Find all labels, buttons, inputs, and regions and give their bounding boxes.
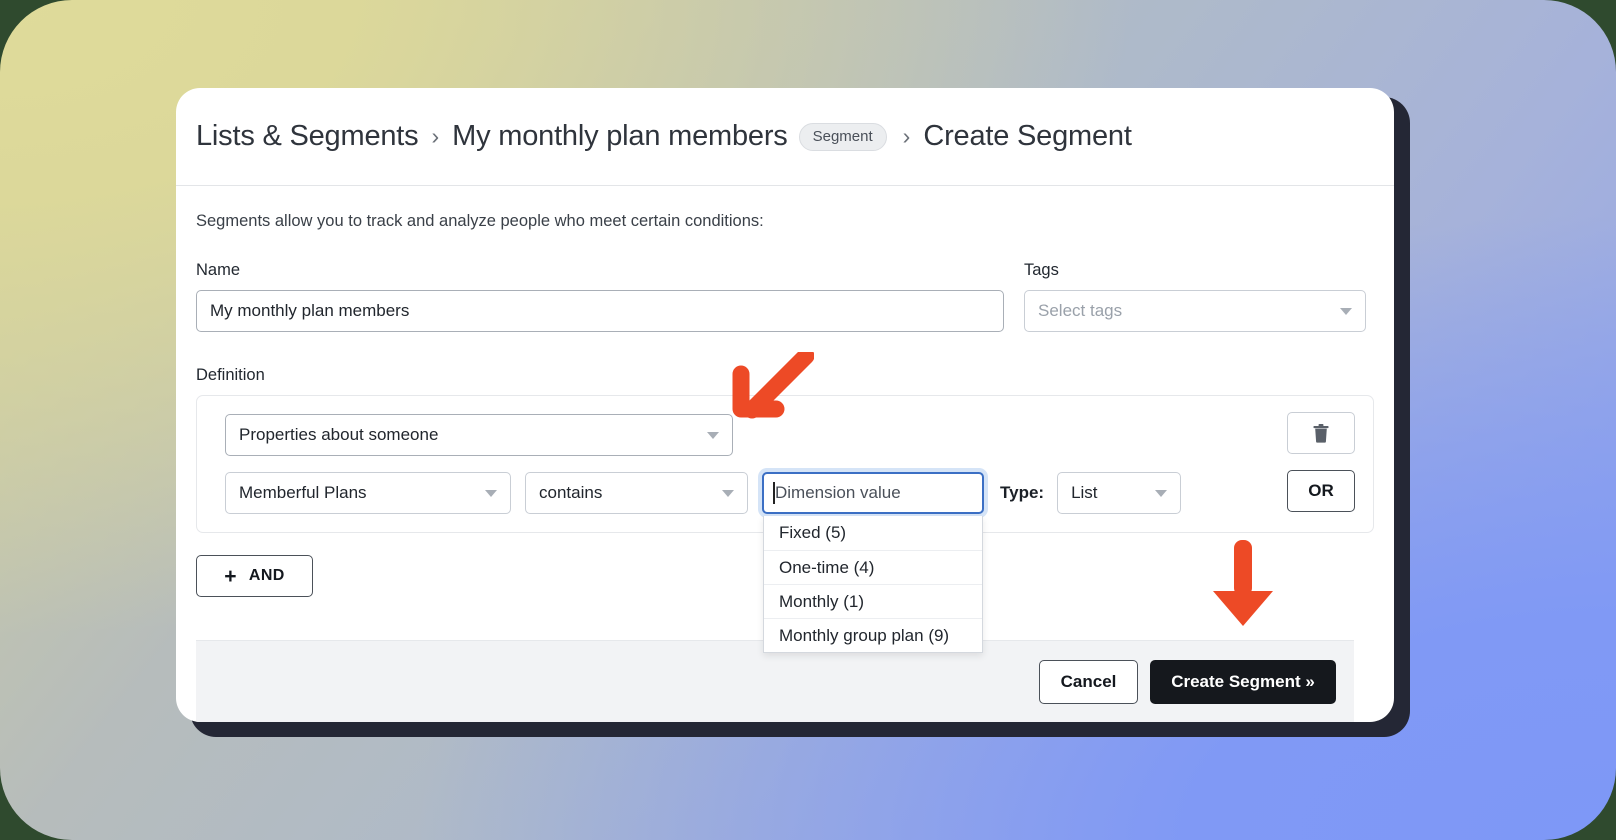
segment-name-input[interactable] [196,290,1004,332]
and-button-label: AND [249,567,285,585]
cancel-button[interactable]: Cancel [1039,660,1138,704]
property-type-select-value: Properties about someone [239,425,699,445]
breadcrumb-link-segment-name[interactable]: My monthly plan members [452,120,787,153]
name-tags-row: Name Tags Select tags [196,261,1374,332]
chevron-down-icon [485,490,497,497]
chevron-down-icon [707,432,719,439]
dropdown-option[interactable]: One-time (4) [764,550,982,584]
dropdown-option[interactable]: Fixed (5) [764,516,982,550]
create-segment-button[interactable]: Create Segment » [1150,660,1336,704]
delete-condition-button[interactable] [1287,412,1355,454]
definition-row-property: Properties about someone [225,414,1355,456]
definition-label: Definition [196,366,1374,385]
tags-select-value: Select tags [1038,301,1332,321]
property-type-select[interactable]: Properties about someone [225,414,733,456]
definition-row-condition: Memberful Plans contains Fixed (5) One-t… [225,472,1355,514]
plus-icon: + [224,566,237,587]
or-button[interactable]: OR [1287,470,1355,512]
tags-field-group: Tags Select tags [1024,261,1366,332]
dropdown-option[interactable]: Monthly (1) [764,584,982,618]
breadcrumb-current-create-segment: Create Segment [923,120,1131,153]
chevron-down-icon [1155,490,1167,497]
name-field-group: Name [196,261,1004,332]
add-and-condition-button[interactable]: + AND [196,555,313,597]
text-cursor [773,482,775,504]
breadcrumb: Lists & Segments › My monthly plan membe… [196,120,1132,153]
trash-icon [1313,424,1329,443]
type-label: Type: [1000,483,1044,503]
dimension-value-combobox: Fixed (5) One-time (4) Monthly (1) Month… [762,472,984,514]
operator-select-value: contains [539,483,714,503]
card-body: Segments allow you to track and analyze … [176,186,1394,597]
dropdown-option[interactable]: Monthly group plan (9) [764,618,982,652]
segment-type-badge: Segment [799,123,887,151]
operator-select[interactable]: contains [525,472,748,514]
type-select-value: List [1071,483,1147,503]
chevron-down-icon [722,490,734,497]
name-label: Name [196,261,1004,280]
intro-text: Segments allow you to track and analyze … [196,212,1374,231]
create-segment-card: Lists & Segments › My monthly plan membe… [176,88,1394,722]
breadcrumb-separator-2: › [903,123,911,150]
tags-label: Tags [1024,261,1366,280]
breadcrumb-separator-1: › [431,123,439,150]
definition-panel: Properties about someone Memberful Plans… [196,395,1374,533]
breadcrumb-link-lists-segments[interactable]: Lists & Segments [196,120,418,153]
field-select[interactable]: Memberful Plans [225,472,511,514]
dimension-value-input[interactable] [762,472,984,514]
field-select-value: Memberful Plans [239,483,477,503]
type-select[interactable]: List [1057,472,1181,514]
tags-select[interactable]: Select tags [1024,290,1366,332]
breadcrumb-header: Lists & Segments › My monthly plan membe… [176,88,1394,186]
chevron-down-icon [1340,308,1352,315]
dimension-value-dropdown: Fixed (5) One-time (4) Monthly (1) Month… [763,516,983,653]
